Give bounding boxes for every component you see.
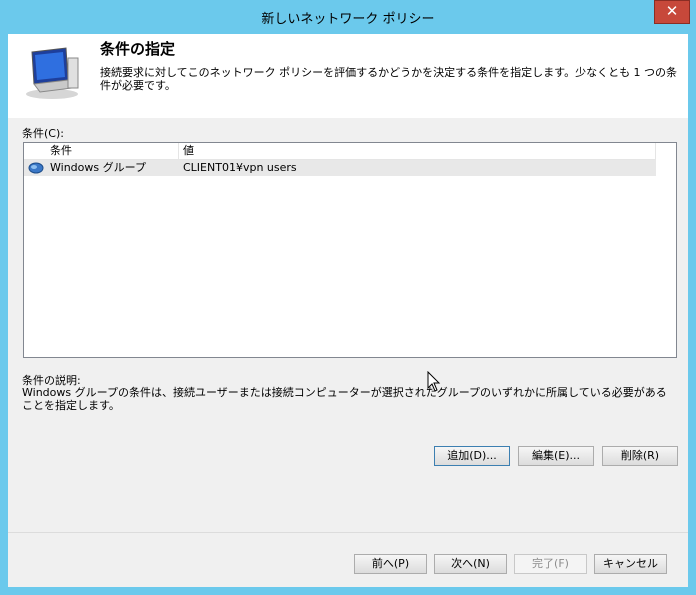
column-header-value[interactable]: 値: [179, 143, 656, 159]
edit-button[interactable]: 編集(E)...: [518, 446, 594, 466]
table-row[interactable]: Windows グループ CLIENT01¥vpn users: [24, 160, 656, 176]
page-description: 接続要求に対してこのネットワーク ポリシーを評価するかどうかを決定する条件を指定…: [100, 66, 678, 92]
condition-description-text: Windows グループの条件は、接続ユーザーまたは接続コンピューターが選択され…: [22, 386, 667, 412]
conditions-list[interactable]: 条件 値 Windows グループ CLIENT01¥vpn users: [23, 142, 677, 358]
remove-button[interactable]: 削除(R): [602, 446, 678, 466]
cancel-button[interactable]: キャンセル: [594, 554, 667, 574]
close-button[interactable]: ✕: [654, 0, 690, 24]
title-bar[interactable]: 新しいネットワーク ポリシー ✕: [0, 0, 696, 34]
mouse-cursor-icon: [427, 371, 441, 392]
conditions-label: 条件(C):: [22, 127, 64, 140]
wizard-header: 条件の指定 接続要求に対してこのネットワーク ポリシーを評価するかどうかを決定す…: [8, 34, 688, 118]
column-header-condition[interactable]: 条件: [24, 143, 179, 159]
row-value: CLIENT01¥vpn users: [183, 161, 297, 174]
next-button[interactable]: 次へ(N): [434, 554, 507, 574]
network-policy-monitor-icon: [26, 47, 79, 99]
footer-separator: [8, 532, 688, 533]
finish-button[interactable]: 完了(F): [514, 554, 587, 574]
back-button[interactable]: 前へ(P): [354, 554, 427, 574]
row-condition: Windows グループ: [50, 161, 146, 174]
page-title: 条件の指定: [100, 40, 176, 58]
group-icon: [28, 162, 44, 174]
dialog-client-area: 条件の指定 接続要求に対してこのネットワーク ポリシーを評価するかどうかを決定す…: [8, 34, 688, 587]
dialog-window: 新しいネットワーク ポリシー ✕ 条件の指定 接続要求に対してこのネットワーク …: [0, 0, 696, 595]
add-button[interactable]: 追加(D)...: [434, 446, 510, 466]
column-condition-label: 条件: [50, 144, 72, 157]
window-title: 新しいネットワーク ポリシー: [261, 12, 435, 27]
list-header: 条件 値: [24, 143, 656, 160]
